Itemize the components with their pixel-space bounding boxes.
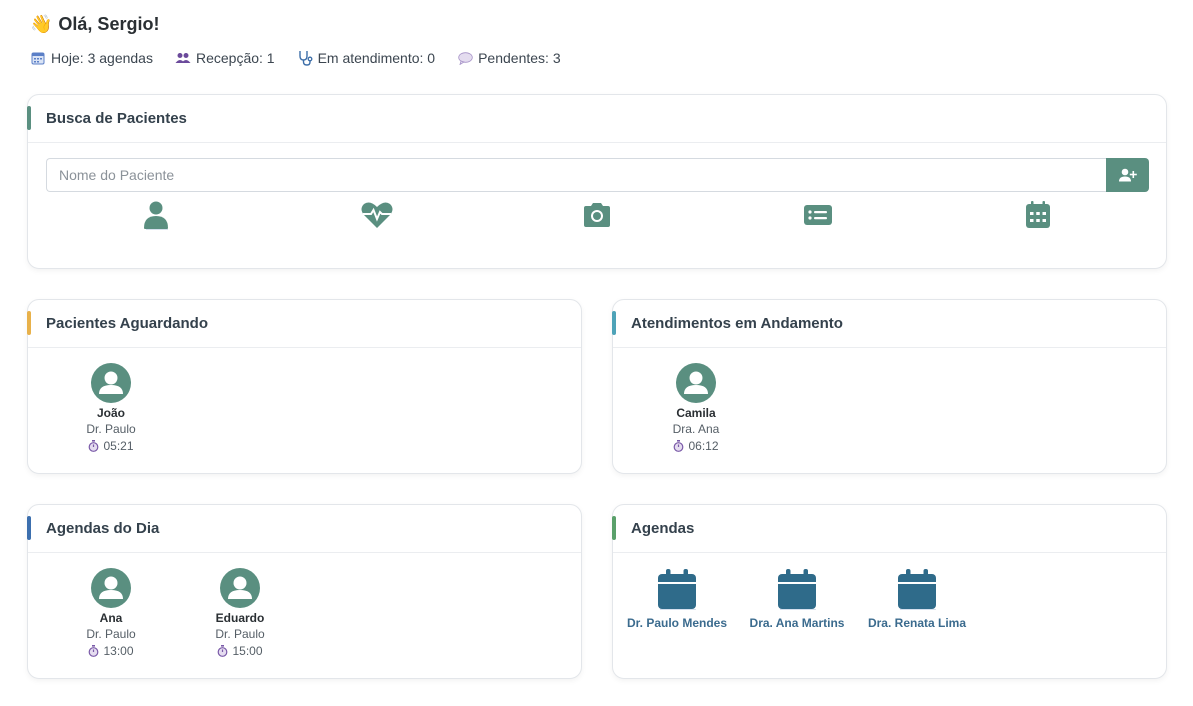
stopwatch-icon [217,645,228,657]
camera-icon[interactable] [581,199,613,231]
card-accent-bar [612,516,616,540]
patient-appointment-time: 13:00 [66,644,156,658]
user-plus-icon [1118,168,1137,182]
users-icon [175,50,191,66]
patient-name: João [96,406,125,420]
user-avatar-icon [91,568,131,608]
greeting: 👋 Olá, Sergio! [30,14,159,35]
heart-pulse-icon[interactable] [361,199,393,231]
stat-today: Hoje: 3 agendas [30,50,153,66]
patient-wait-time: 05:21 [66,439,156,453]
stopwatch-icon [673,440,684,452]
card-accent-bar [27,516,31,540]
speech-bubble-icon [457,50,473,66]
patient-time: 13:00 [103,644,134,658]
agenda-item[interactable]: Dra. Renata Lima [862,568,972,630]
patient-time: 15:00 [232,644,263,658]
avatar [676,363,716,403]
agenda-doctor-name: Dra. Ana Martins [749,616,845,630]
id-card-icon[interactable] [802,199,834,231]
card-accent-bar [612,311,616,335]
card-title: Agendas do Dia [46,520,160,537]
avatar [91,363,131,403]
patient-name: Eduardo [215,611,265,625]
patient-item[interactable]: Camila Dra. Ana 06:12 [651,363,741,453]
patient-doctor: Dr. Paulo [86,422,136,436]
patient-doctor: Dr. Paulo [86,627,136,641]
calendar-icon [862,568,972,610]
patient-search-card: Busca de Pacientes [27,94,1167,269]
avatar [91,568,131,608]
stat-pending: Pendentes: 3 [457,50,561,66]
patient-wait-time: 06:12 [651,439,741,453]
card-title: Busca de Pacientes [46,110,187,127]
calendar-icon [742,568,852,610]
greeting-text: Olá, Sergio! [58,14,160,34]
card-header: Agendas [612,505,1166,553]
stat-reception-label: Recepção: 1 [195,50,275,66]
patient-time: 05:21 [103,439,134,453]
patient-name: Camila [676,406,716,420]
agenda-doctor-name: Dra. Renata Lima [867,616,967,630]
patient-doctor: Dr. Paulo [215,627,265,641]
patient-appointment-time: 15:00 [195,644,285,658]
quick-actions [46,199,1149,233]
calendar-icon [30,50,46,66]
stopwatch-icon [88,440,99,452]
patient-name-input[interactable] [46,158,1106,192]
today-schedule-card: Agendas do Dia Ana Dr. Paulo 13:00 Eduar… [27,504,582,679]
waiting-patients-card: Pacientes Aguardando João Dr. Paulo 05:2… [27,299,582,474]
ongoing-appointments-card: Atendimentos em Andamento Camila Dra. An… [612,299,1167,474]
card-accent-bar [27,311,31,335]
card-header: Pacientes Aguardando [27,300,581,348]
card-header: Busca de Pacientes [27,95,1166,143]
card-header: Atendimentos em Andamento [612,300,1166,348]
patient-item[interactable]: Ana Dr. Paulo 13:00 [66,568,156,658]
patient-name: Ana [99,611,123,625]
patient-item[interactable]: Eduardo Dr. Paulo 15:00 [195,568,285,658]
stat-reception: Recepção: 1 [175,50,275,66]
stat-in-service-label: Em atendimento: 0 [317,50,436,66]
calendar-grid-icon[interactable] [1022,199,1054,231]
user-avatar-icon [91,363,131,403]
stethoscope-icon [297,50,313,66]
patient-doctor: Dra. Ana [672,422,720,436]
patient-user-icon[interactable] [140,199,172,231]
stats-bar: Hoje: 3 agendas Recepção: 1 Em atendimen… [30,50,583,66]
stat-in-service: Em atendimento: 0 [297,50,436,66]
wave-emoji: 👋 [30,14,53,34]
patient-item[interactable]: João Dr. Paulo 05:21 [66,363,156,453]
avatar [220,568,260,608]
card-title: Atendimentos em Andamento [631,315,843,332]
search-row [46,158,1149,192]
doctor-agendas-card: Agendas Dr. Paulo Mendes Dra. Ana Martin… [612,504,1167,679]
agenda-item[interactable]: Dra. Ana Martins [742,568,852,630]
card-title: Agendas [631,520,695,537]
stat-pending-label: Pendentes: 3 [478,50,561,66]
patient-time: 06:12 [688,439,719,453]
user-avatar-icon [676,363,716,403]
add-patient-button[interactable] [1106,158,1149,192]
card-title: Pacientes Aguardando [46,315,208,332]
stopwatch-icon [88,645,99,657]
user-avatar-icon [220,568,260,608]
card-accent-bar [27,106,31,130]
agenda-item[interactable]: Dr. Paulo Mendes [622,568,732,630]
stat-today-label: Hoje: 3 agendas [51,50,153,66]
agenda-doctor-name: Dr. Paulo Mendes [626,616,728,630]
calendar-icon [622,568,732,610]
card-header: Agendas do Dia [27,505,581,553]
